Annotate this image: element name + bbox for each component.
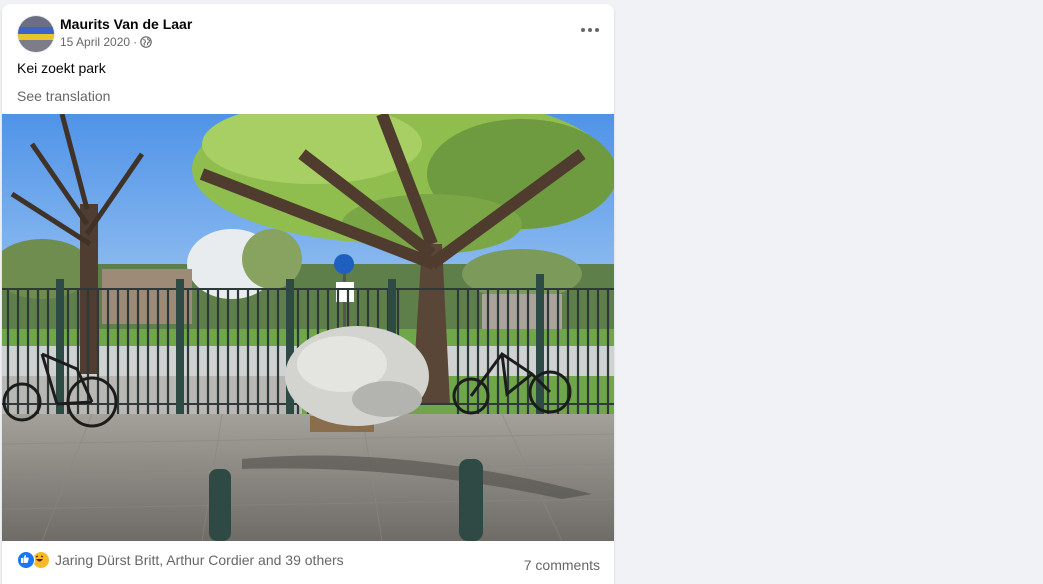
author-name[interactable]: Maurits Van de Laar [60, 16, 192, 32]
reaction-names: Jaring Dürst Britt, Arthur Cordier and 3… [55, 552, 344, 568]
globe-icon[interactable] [140, 36, 152, 48]
post-footer: Jaring Dürst Britt, Arthur Cordier and 3… [2, 541, 614, 581]
post-card: Maurits Van de Laar 15 April 2020 · Kei … [2, 4, 614, 584]
more-dots-icon [581, 28, 599, 32]
author-avatar[interactable] [17, 15, 55, 53]
post-photo[interactable] [2, 114, 614, 541]
post-caption: Kei zoekt park [17, 60, 106, 76]
comments-count-link[interactable]: 7 comments [524, 557, 600, 573]
post-date[interactable]: 15 April 2020 [60, 35, 130, 49]
post-meta: 15 April 2020 · [60, 35, 152, 49]
reactions-summary[interactable]: Jaring Dürst Britt, Arthur Cordier and 3… [17, 551, 344, 569]
more-options-button[interactable] [578, 18, 602, 42]
like-icon [17, 551, 35, 569]
meta-separator: · [133, 35, 138, 49]
see-translation-link[interactable]: See translation [17, 88, 110, 104]
